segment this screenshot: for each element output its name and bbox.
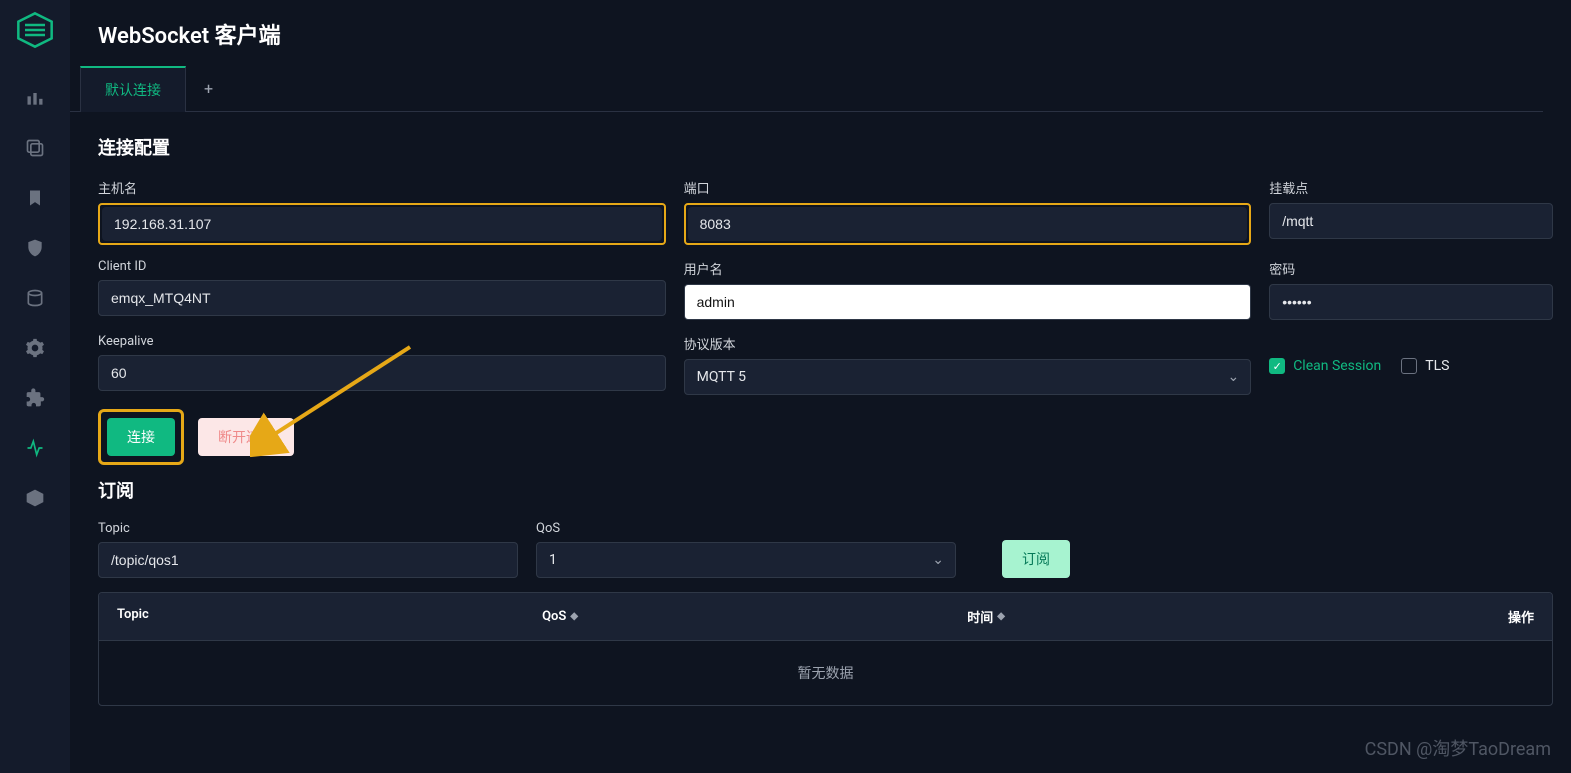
clean-session-label: Clean Session [1293,358,1381,374]
sub-topic-input[interactable] [98,542,518,578]
table-empty-text: 暂无数据 [99,641,1552,705]
username-input[interactable] [684,284,1252,320]
port-highlight [684,203,1252,245]
clients-icon[interactable] [25,138,45,158]
storage-icon[interactable] [25,488,45,508]
connect-highlight: 连接 [98,409,184,465]
table-header: Topic QoS ◆ 时间 ◆ 操作 [99,593,1552,641]
disconnect-button[interactable]: 断开连接 [198,418,294,456]
th-qos[interactable]: QoS ◆ [542,607,967,626]
gear-icon[interactable] [25,338,45,358]
check-icon: ✓ [1269,358,1285,374]
sub-topic-label: Topic [98,521,518,536]
clientid-label: Client ID [98,259,666,274]
sidebar [0,0,70,773]
main-area: WebSocket 客户端 默认连接 + 连接配置 主机名 端口 挂载点 [70,0,1571,773]
keepalive-input[interactable] [98,355,666,391]
watermark: CSDN @淘梦TaoDream [1365,735,1551,761]
subscribe-button[interactable]: 订阅 [1002,540,1070,578]
page-title: WebSocket 客户端 [70,0,1571,60]
username-label: 用户名 [684,259,1252,278]
th-action: 操作 [1392,607,1534,626]
sub-qos-label: QoS [536,521,956,536]
subscribe-section-title: 订阅 [98,477,1553,503]
host-highlight [98,203,666,245]
th-topic: Topic [117,607,542,626]
bookmark-icon[interactable] [25,188,45,208]
tls-checkbox[interactable]: TLS [1401,358,1449,374]
connect-button[interactable]: 连接 [107,418,175,456]
keepalive-label: Keepalive [98,334,666,349]
app-logo [15,10,55,50]
port-input[interactable] [688,207,1248,241]
subscriptions-table: Topic QoS ◆ 时间 ◆ 操作 暂无数据 [98,592,1553,706]
mount-label: 挂载点 [1269,178,1553,197]
plugins-icon[interactable] [25,388,45,408]
sort-icon: ◆ [570,612,578,622]
unchecked-icon [1401,358,1417,374]
sub-qos-select[interactable]: 1 [536,542,956,578]
tab-default-conn[interactable]: 默认连接 [80,66,186,112]
tabs-bar: 默认连接 + [70,66,1543,112]
host-input[interactable] [102,207,662,241]
tab-add-button[interactable]: + [186,67,231,110]
sort-icon: ◆ [997,612,1005,622]
shield-icon[interactable] [25,238,45,258]
password-input[interactable] [1269,284,1553,320]
dashboard-icon[interactable] [25,88,45,108]
protocol-label: 协议版本 [684,334,1252,353]
connection-section-title: 连接配置 [98,134,1553,160]
password-label: 密码 [1269,259,1553,278]
mount-input[interactable] [1269,203,1553,239]
database-icon[interactable] [25,288,45,308]
clientid-input[interactable] [98,280,666,316]
th-time[interactable]: 时间 ◆ [967,607,1392,626]
clean-session-checkbox[interactable]: ✓ Clean Session [1269,358,1381,374]
connection-panel: 连接配置 主机名 端口 挂载点 Client ID [80,112,1571,728]
tls-label: TLS [1425,358,1449,374]
protocol-select[interactable]: MQTT 5 [684,359,1252,395]
tools-icon[interactable] [25,438,45,458]
host-label: 主机名 [98,178,666,197]
port-label: 端口 [684,178,1252,197]
